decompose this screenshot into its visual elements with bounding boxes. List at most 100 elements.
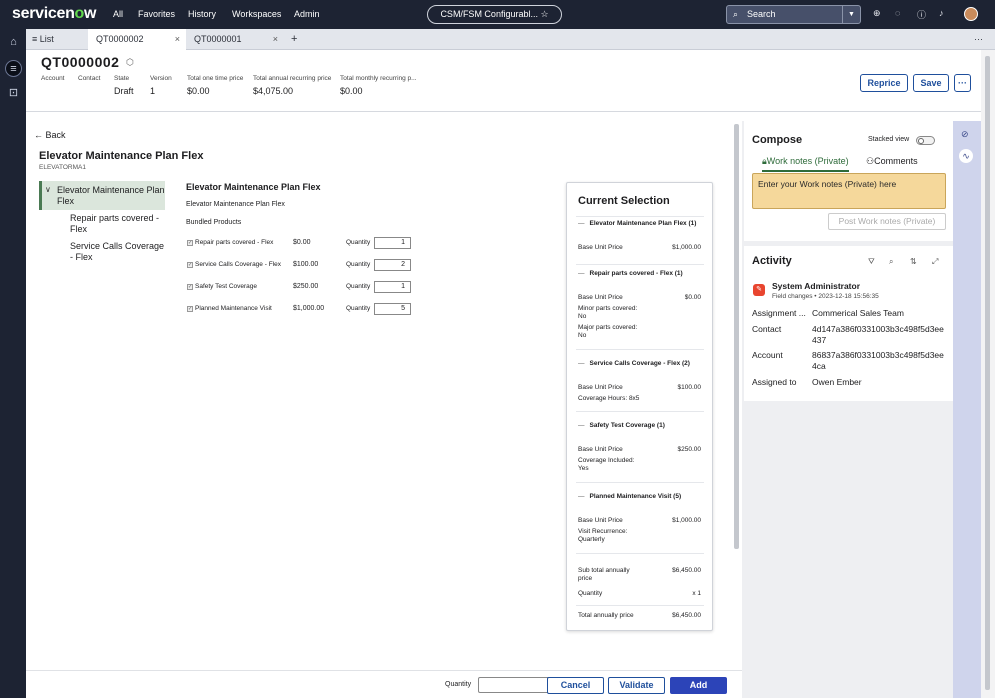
tree-item-label: Elevator Maintenance Plan Flex xyxy=(57,185,165,206)
home-icon[interactable]: ⌂ xyxy=(5,34,22,51)
bundle-row: ✓ Service Calls Coverage - Flex $100.00 … xyxy=(186,259,426,273)
cancel-button[interactable]: Cancel xyxy=(547,677,604,694)
save-button[interactable]: Save xyxy=(913,74,949,92)
product-title: Elevator Maintenance Plan Flex xyxy=(39,150,204,162)
current-selection-card: Current Selection — Elevator Maintenance … xyxy=(566,182,713,631)
close-icon[interactable]: × xyxy=(273,29,278,50)
activity-field-label: Contact xyxy=(752,324,782,334)
divider xyxy=(576,482,704,483)
servicenow-logo[interactable]: servicenow xyxy=(12,5,96,23)
summary-title: Current Selection xyxy=(578,195,670,207)
tab-comments[interactable]: ⚇Comments xyxy=(866,156,918,172)
paperclip-icon[interactable]: ⊘ xyxy=(961,129,969,140)
checkbox[interactable]: ✓ xyxy=(187,284,193,290)
subtotal-value: $6,450.00 xyxy=(672,567,701,574)
chevron-down-icon[interactable]: ∨ xyxy=(45,185,51,194)
edit-icon: ✎ xyxy=(753,284,765,296)
bundle-row: ✓ Planned Maintenance Visit $1,000.00 Qu… xyxy=(186,303,426,317)
chevron-down-icon[interactable]: ▼ xyxy=(842,6,860,23)
application-scope-picker[interactable]: CSM/FSM Configurabl... ☆ xyxy=(427,5,562,24)
stacked-view-label: Stacked view xyxy=(868,136,910,143)
list-icon[interactable]: ≡ xyxy=(5,60,22,77)
checkbox[interactable]: ✓ xyxy=(187,262,193,268)
bell-icon[interactable]: ♪ xyxy=(939,8,944,18)
summary-attr: Quarterly xyxy=(578,536,605,543)
avatar[interactable] xyxy=(964,7,978,21)
sort-icon[interactable]: ⇅ xyxy=(910,257,917,266)
quantity-input[interactable]: 1 xyxy=(374,237,411,249)
tab-qt0000002[interactable]: QT0000002 × xyxy=(88,29,186,50)
nav-all[interactable]: All xyxy=(113,9,123,19)
search-input[interactable]: Search xyxy=(747,6,776,23)
add-tab-icon[interactable]: + xyxy=(291,29,297,50)
config-subtitle: Elevator Maintenance Plan Flex xyxy=(186,201,285,208)
summary-section-head: — Elevator Maintenance Plan Flex (1) xyxy=(578,220,697,227)
close-icon[interactable]: × xyxy=(175,29,180,50)
product-code: ELEVATORMA1 xyxy=(39,164,86,171)
summary-attr: Yes xyxy=(578,465,589,472)
validate-button[interactable]: Validate xyxy=(608,677,665,694)
summary-value: $1,000.00 xyxy=(672,517,701,524)
bundled-products-label: Bundled Products xyxy=(186,219,242,226)
work-notes-field[interactable]: Enter your Work notes (Private) here xyxy=(752,173,946,209)
bundle-name: Planned Maintenance Visit xyxy=(195,305,272,312)
summary-attr: Coverage Included: xyxy=(578,457,635,464)
field-label-version: Version xyxy=(150,75,172,82)
inbox-icon[interactable]: ⊡ xyxy=(5,85,22,102)
reprice-button[interactable]: Reprice xyxy=(860,74,908,92)
quantity-input[interactable]: 1 xyxy=(374,281,411,293)
globe-icon[interactable]: ⊕ xyxy=(873,8,881,19)
total-value: $6,450.00 xyxy=(672,612,701,619)
global-search[interactable]: ⌕ Search ▼ xyxy=(726,5,861,24)
search-icon[interactable]: ⌕ xyxy=(889,257,893,267)
tree-item-repair-parts[interactable]: Repair parts covered - Flex xyxy=(70,213,165,235)
filter-icon[interactable]: ⛛ xyxy=(868,257,875,267)
tab-list[interactable]: ≡ List xyxy=(32,29,88,50)
field-value-one-time-price: $0.00 xyxy=(187,86,210,96)
nav-history[interactable]: History xyxy=(188,9,216,19)
add-button[interactable]: Add xyxy=(670,677,727,694)
record-number: QT0000002 xyxy=(41,54,120,70)
back-link[interactable]: ← Back xyxy=(34,130,66,140)
summary-attr: Major parts covered: xyxy=(578,324,638,331)
post-work-notes-button[interactable]: Post Work notes (Private) xyxy=(828,213,946,230)
subtotal-label-2: price xyxy=(578,575,593,582)
expand-icon[interactable]: ⤢ xyxy=(932,257,938,267)
bundle-name: Service Calls Coverage - Flex xyxy=(195,261,281,268)
main-scrollbar[interactable] xyxy=(734,124,739,549)
divider xyxy=(576,264,704,265)
nav-workspaces[interactable]: Workspaces xyxy=(232,9,281,19)
bundle-name: Safety Test Coverage xyxy=(195,283,258,290)
chat-icon[interactable]: ◌ xyxy=(895,8,900,18)
activity-title: Activity xyxy=(752,255,792,267)
more-actions-button[interactable]: ··· xyxy=(954,74,971,92)
tag-icon[interactable]: ⬡ xyxy=(126,57,134,68)
nav-admin[interactable]: Admin xyxy=(294,9,320,19)
checkbox[interactable]: ✓ xyxy=(187,240,193,246)
nav-favorites[interactable]: Favorites xyxy=(138,9,175,19)
star-icon[interactable]: ☆ xyxy=(540,9,548,19)
quantity-input[interactable]: 5 xyxy=(374,303,411,315)
stacked-view-toggle[interactable] xyxy=(916,136,935,145)
field-value-version: 1 xyxy=(150,86,156,96)
quantity-input[interactable]: 2 xyxy=(374,259,411,271)
record-header: QT0000002 ⬡ Account Contact State Draft … xyxy=(26,50,988,112)
summary-attr: Visit Recurrence: xyxy=(578,528,628,535)
tab-qt0000001[interactable]: QT0000001 × xyxy=(186,29,284,50)
field-value-state: Draft xyxy=(114,86,134,96)
tree-item-selected[interactable]: ∨ Elevator Maintenance Plan Flex xyxy=(39,181,165,210)
tab-work-notes[interactable]: 🔒︎Work notes (Private) xyxy=(762,156,849,172)
page-scrollbar[interactable] xyxy=(981,50,995,698)
bundle-row: ✓ Safety Test Coverage $250.00 Quantity … xyxy=(186,281,426,295)
field-label-contact: Contact xyxy=(78,75,101,82)
compose-card: Compose Stacked view 🔒︎Work notes (Priva… xyxy=(744,121,953,241)
checkbox[interactable]: ✓ xyxy=(187,306,193,312)
help-icon[interactable]: ⓘ xyxy=(917,8,926,21)
more-tabs-icon[interactable]: ··· xyxy=(974,29,983,50)
configurator-panel: ← Back Elevator Maintenance Plan Flex EL… xyxy=(26,120,742,698)
activity-icon[interactable]: ∿ xyxy=(959,149,973,163)
field-label-monthly-recurring-price: Total monthly recurring p... xyxy=(340,75,417,82)
summary-section-head: — Repair parts covered - Flex (1) xyxy=(578,270,683,277)
tree-item-service-calls[interactable]: Service Calls Coverage - Flex xyxy=(70,241,165,263)
summary-attr: Coverage Hours: 8x5 xyxy=(578,395,640,402)
